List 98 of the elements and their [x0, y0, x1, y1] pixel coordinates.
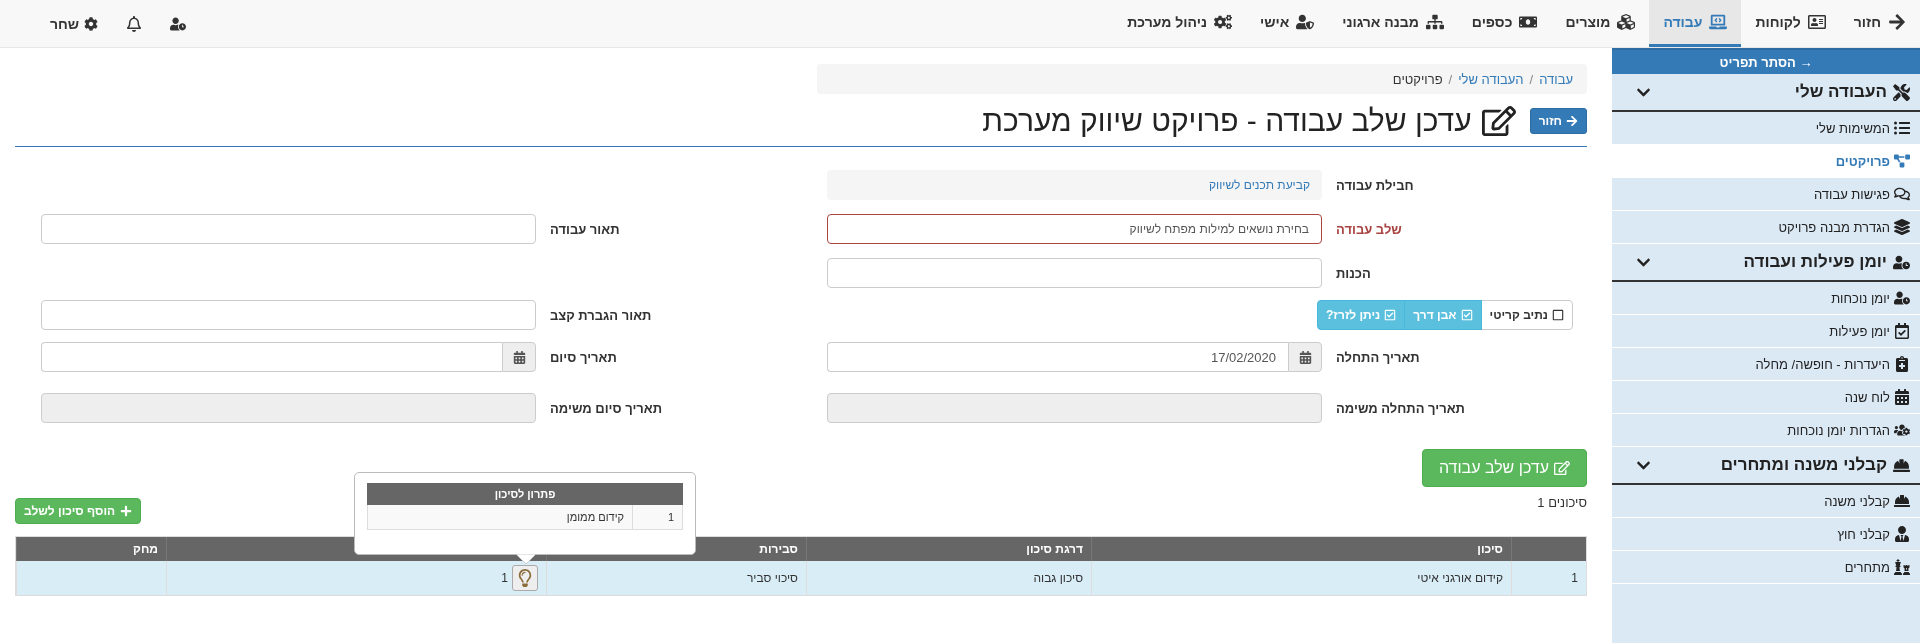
sidebar-group-header[interactable]: העבודה שלי: [1612, 74, 1920, 112]
user-clock-icon: [1893, 253, 1910, 271]
nav-tab[interactable]: אישי: [1245, 0, 1329, 47]
clipboard-icon: [1894, 356, 1910, 372]
sidebar-item[interactable]: הגדרת מבנה פרויקט: [1612, 211, 1920, 244]
hide-menu-link[interactable]: → הסתר תפריט: [1612, 50, 1920, 74]
date-field[interactable]: 17/02/2020: [827, 342, 1288, 372]
comments-icon: [1894, 186, 1910, 202]
sidebar-item[interactable]: פרויקטים: [1612, 145, 1920, 178]
date-field[interactable]: [41, 342, 502, 372]
back-button[interactable]: חזור: [1529, 108, 1587, 134]
nav-tab[interactable]: עבודה: [1649, 0, 1742, 47]
input-field[interactable]: בחירת נושאים למילות מפתח לשיווק: [827, 214, 1322, 244]
sidebar-item[interactable]: יומן נוכחות: [1612, 282, 1920, 315]
field-label: תאריך סיום משימה: [549, 400, 664, 416]
arrow-icon: [1566, 115, 1578, 127]
popover-cell-text: קידום ממומן: [565, 510, 625, 525]
popover-header: פתרון לסיכון: [367, 483, 683, 505]
users-gear-icon: [1894, 422, 1910, 438]
breadcrumb-separator: /: [1448, 71, 1453, 87]
lightbulb-button[interactable]: [512, 565, 538, 591]
sidebar-item[interactable]: היעדרות - חופשה/ מחלה: [1612, 348, 1920, 381]
sidebar-item[interactable]: הגדרות יומן נוכחות: [1612, 414, 1920, 447]
nav-tab[interactable]: כספים: [1457, 0, 1552, 47]
sidebar-item[interactable]: לוח שנה: [1612, 381, 1920, 414]
chess-icon: [1894, 559, 1910, 575]
field-label: תאור עבודה: [549, 221, 621, 237]
tools-icon: [1893, 83, 1910, 101]
calendar-icon[interactable]: [1288, 342, 1322, 372]
breadcrumb-link[interactable]: עבודה: [1539, 71, 1573, 87]
input-field[interactable]: [41, 300, 536, 330]
sidebar-item[interactable]: פגישות עבודה: [1612, 178, 1920, 211]
sidebar-group-header[interactable]: קבלני משנה ומתחרים: [1612, 447, 1920, 485]
plus-icon: [120, 505, 133, 517]
column-header: דרגת סיכון: [806, 537, 1091, 561]
field-label: הכנות: [1335, 265, 1372, 281]
toggle-button[interactable]: נתיב קריטי: [1480, 300, 1573, 330]
user-shield-icon: [1296, 13, 1315, 31]
field-label: שלב עבודה: [1335, 221, 1403, 237]
group-title: העבודה שלי: [1794, 82, 1887, 102]
input-field[interactable]: [827, 258, 1322, 288]
edit-icon: [1481, 104, 1516, 138]
user-menu[interactable]: שחר: [50, 15, 99, 32]
table-cell: סיכון גבוה: [806, 561, 1091, 595]
group-title: קבלני משנה ומתחרים: [1720, 455, 1887, 475]
breadcrumb-link[interactable]: העבודה שלי: [1458, 71, 1524, 87]
sitemap-icon: [1425, 13, 1444, 31]
sidebar-item[interactable]: קבלני חוץ: [1612, 518, 1920, 551]
field-label: תאריך התחלה משימה: [1335, 400, 1466, 416]
empty-box-icon: [1552, 309, 1564, 321]
field-label: תאור הגברת קצב: [549, 307, 653, 323]
solution-count: 1: [501, 571, 508, 585]
sidebar-item[interactable]: יומן פעילות: [1612, 315, 1920, 348]
person-icon: [1894, 526, 1910, 542]
laptop-icon: [1709, 13, 1728, 31]
diagram-icon: [1894, 153, 1910, 169]
calendar-icon: [1894, 389, 1910, 405]
field-label: חבילת עבודה: [1335, 177, 1415, 193]
column-header: סיכון: [1091, 537, 1511, 561]
calendar-check-icon: [1894, 323, 1910, 339]
user-clock-icon: [1894, 290, 1910, 306]
input-field[interactable]: [41, 214, 536, 244]
cubes-icon: [1617, 13, 1636, 31]
hard-hat-icon: [1893, 456, 1910, 474]
list-icon: [1894, 120, 1910, 136]
nav-tab[interactable]: לקוחות: [1741, 0, 1840, 47]
field-label: תאריך התחלה: [1335, 349, 1421, 365]
breadcrumb-separator: /: [1529, 71, 1534, 87]
layers-icon: [1894, 219, 1910, 235]
breadcrumb-link[interactable]: פרויקטים: [1392, 71, 1443, 87]
checked-box-icon: [1460, 309, 1473, 321]
checked-box-icon: [1384, 309, 1397, 321]
group-title: יומן פעילות ועבודה: [1743, 252, 1887, 272]
sidebar-group-header[interactable]: יומן פעילות ועבודה: [1612, 244, 1920, 282]
popover-cell: 1: [632, 505, 682, 529]
nav-tab[interactable]: חזור: [1839, 0, 1920, 47]
gear-icon: [84, 16, 99, 31]
table-cell: סיכוי סביר: [546, 561, 806, 595]
gears-icon: [1213, 13, 1232, 31]
nav-tab[interactable]: ניהול מערכת: [1113, 0, 1246, 47]
sidebar-item[interactable]: קבלני משנה: [1612, 485, 1920, 518]
bell-icon[interactable]: [126, 15, 143, 32]
user-clock-icon[interactable]: [170, 15, 187, 32]
edit-icon: [1554, 460, 1570, 476]
id-card-icon: [1807, 13, 1826, 31]
static-field: קביעת תכנים לשיווק: [827, 170, 1322, 200]
page-title: עדכן שלב עבודה - פרויקט שיווק מערכת: [982, 104, 1472, 138]
arrow-icon: [1888, 13, 1906, 31]
field-label: תאריך סיום: [549, 349, 618, 365]
sidebar-item[interactable]: מתחרים: [1612, 551, 1920, 584]
lightbulb-icon: [516, 569, 534, 587]
column-header: מחק: [16, 537, 166, 561]
nav-tab[interactable]: מוצרים: [1551, 0, 1650, 47]
calendar-icon[interactable]: [502, 342, 536, 372]
nav-tab[interactable]: מבנה ארגוני: [1328, 0, 1458, 47]
risk-count: סיכונים 1: [1537, 495, 1587, 512]
table-cell: 1: [1511, 561, 1586, 595]
table-cell: קידום אורגני איטי: [1091, 561, 1511, 595]
